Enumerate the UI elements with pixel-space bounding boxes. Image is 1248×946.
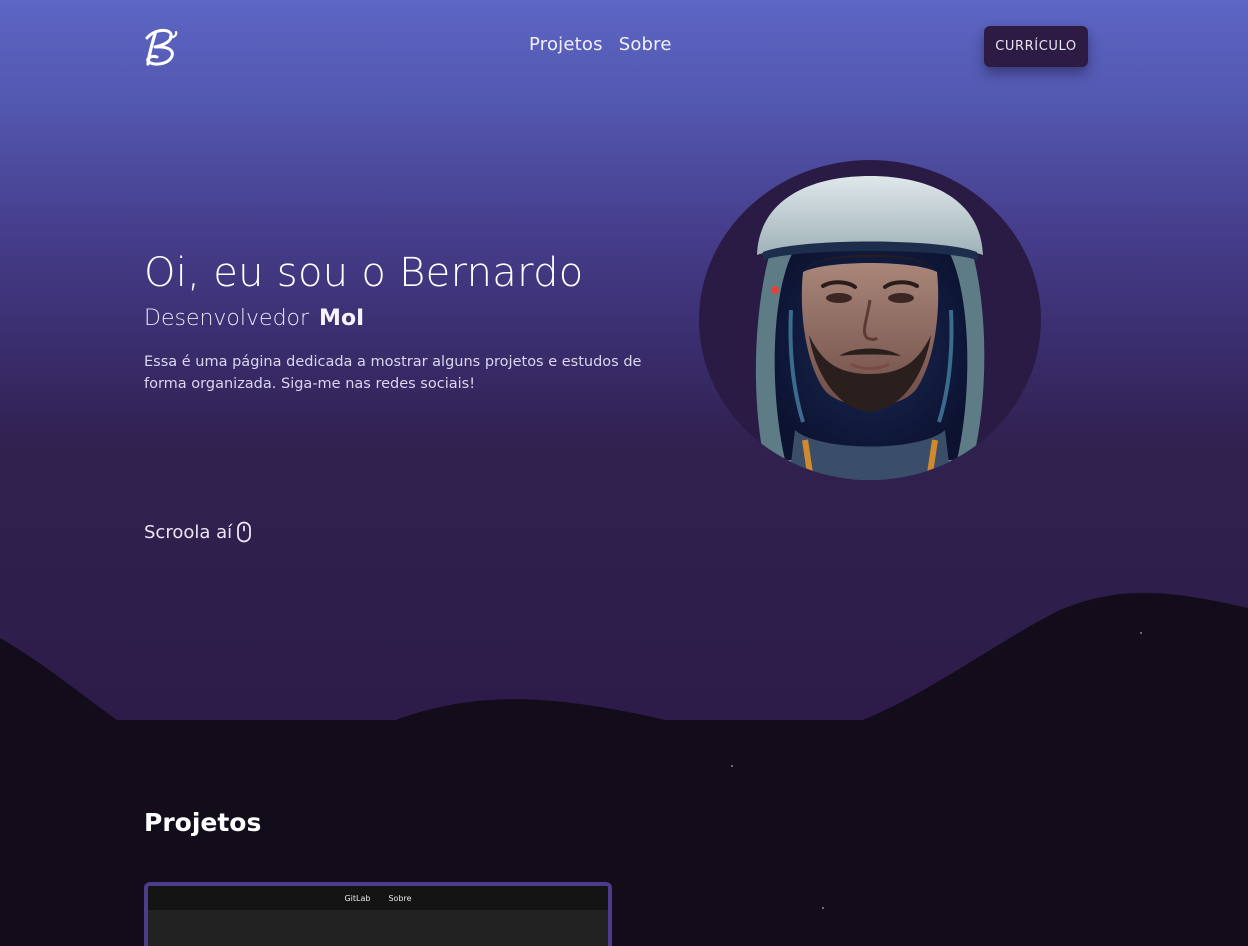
projects-title: Projetos: [144, 808, 262, 837]
avatar: [699, 160, 1041, 480]
star: [731, 765, 733, 767]
hero-title: Oi, eu sou o Bernardo: [144, 250, 584, 296]
preview-nav-sobre: Sobre: [388, 893, 412, 903]
hero-subtitle: Desenvolvedor MoI: [144, 305, 364, 333]
nav-item-sobre[interactable]: Sobre: [619, 34, 672, 55]
mouse-icon: [237, 521, 252, 543]
wave-divider: [0, 592, 1248, 820]
project-card[interactable]: GitLab Sobre: [144, 882, 612, 946]
main-nav: Projetos Sobre: [529, 34, 672, 55]
star: [822, 907, 824, 909]
logo-icon[interactable]: [143, 26, 179, 70]
scroll-hint[interactable]: Scroola aí: [144, 521, 252, 543]
astronaut-portrait-icon: [755, 176, 985, 480]
preview-nav-gitlab: GitLab: [344, 893, 371, 903]
hero-description: Essa é uma página dedicada a mostrar alg…: [144, 354, 642, 392]
project-preview-nav: GitLab Sobre: [148, 886, 608, 910]
nav-item-projetos[interactable]: Projetos: [529, 34, 603, 55]
project-preview-body: [148, 910, 608, 946]
subtitle-prefix: Desenvolvedor: [144, 306, 310, 331]
curriculo-button[interactable]: CURRÍCULO: [984, 26, 1088, 67]
star: [1140, 632, 1142, 634]
typed-text: MoI: [319, 306, 365, 331]
scroll-hint-label: Scroola aí: [144, 521, 233, 543]
